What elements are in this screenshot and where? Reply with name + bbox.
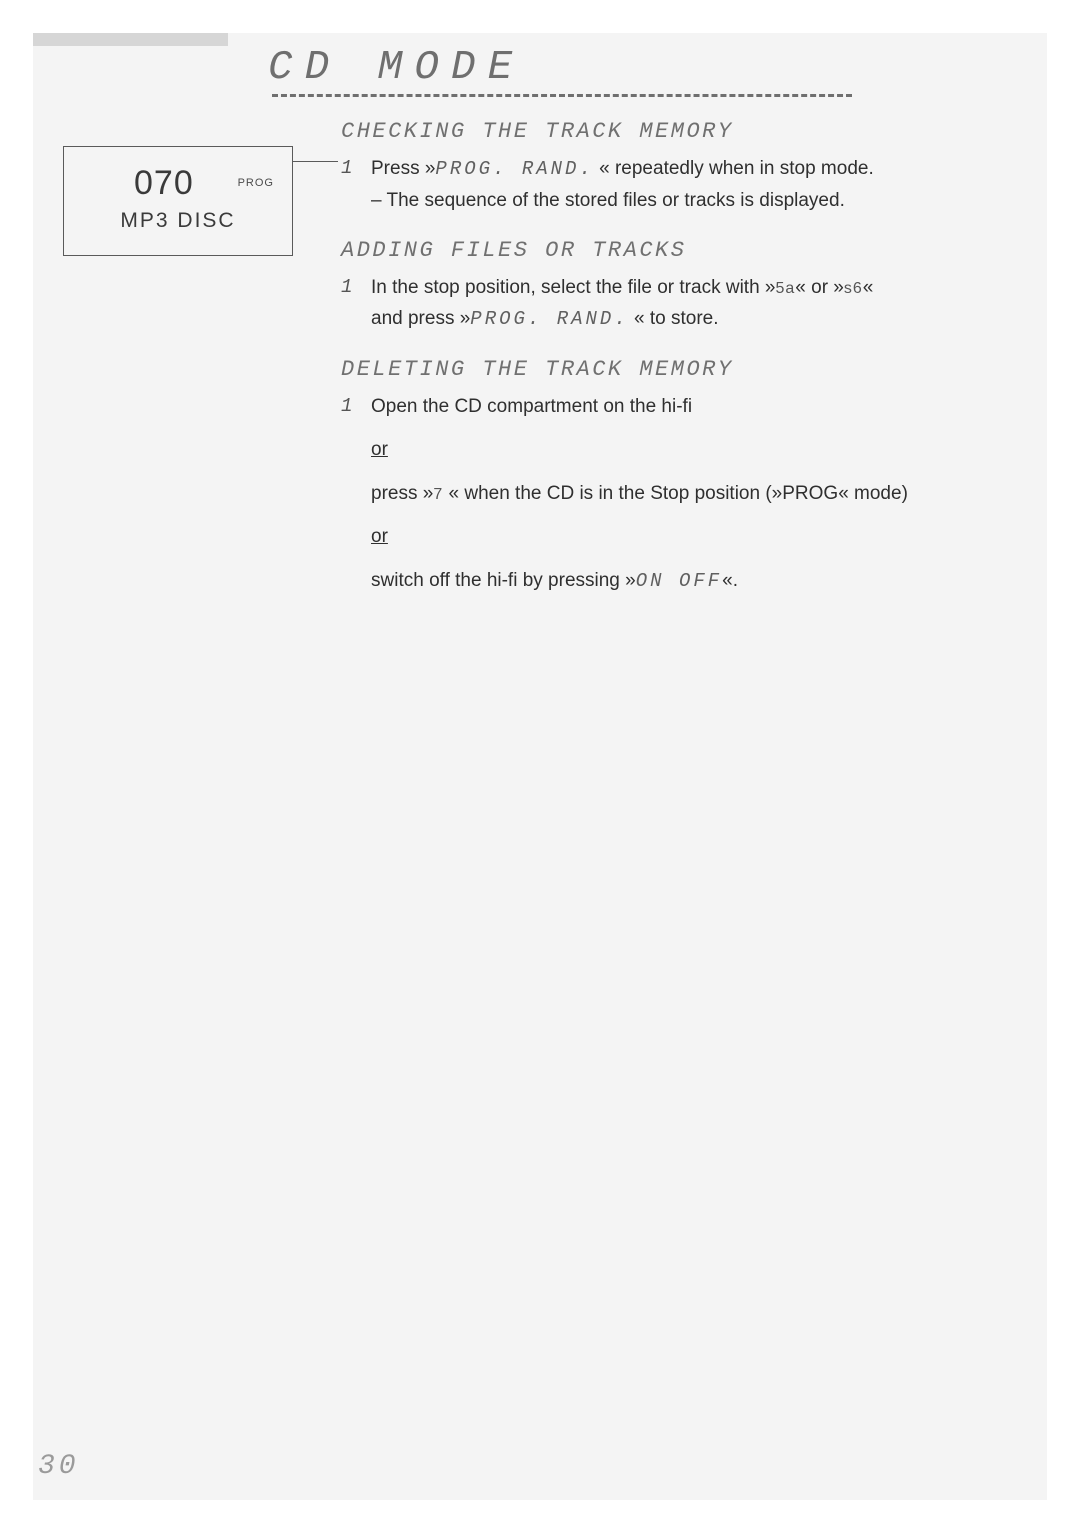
text: – The sequence of the stored files or tr… bbox=[371, 186, 981, 215]
step-number: 1 bbox=[341, 273, 371, 335]
page-number: 30 bbox=[38, 1451, 80, 1482]
text: Open the CD compartment on the hi-fi bbox=[371, 396, 692, 417]
lcd-subtitle: MP3 DISC bbox=[64, 209, 292, 233]
text: «. bbox=[722, 570, 738, 591]
heading-rule bbox=[272, 94, 852, 97]
or-separator: or bbox=[371, 435, 388, 464]
lcd-prog-label: PROG bbox=[238, 177, 274, 189]
key-label: s6 bbox=[844, 280, 863, 297]
step-body: Press »PROG. RAND. « repeatedly when in … bbox=[371, 154, 981, 216]
text: Press » bbox=[371, 158, 435, 179]
content-column: CHECKING THE TRACK MEMORY 1 Press »PROG.… bbox=[341, 119, 981, 596]
left-tab bbox=[33, 33, 228, 46]
line: press »7 « when the CD is in the Stop po… bbox=[371, 479, 981, 508]
step-body: Open the CD compartment on the hi-fi bbox=[371, 392, 981, 421]
page-heading-row: CD MODE bbox=[268, 45, 1047, 100]
page: CD MODE 070 PROG MP3 DISC CHECKING THE T… bbox=[33, 33, 1047, 1500]
text: press » bbox=[371, 483, 433, 504]
line: switch off the hi-fi by pressing »ON OFF… bbox=[371, 566, 981, 596]
section-title-deleting: DELETING THE TRACK MEMORY bbox=[341, 357, 981, 382]
check-step-1: 1 Press »PROG. RAND. « repeatedly when i… bbox=[341, 154, 981, 216]
lcd-number: 070 bbox=[134, 164, 194, 203]
step-body: In the stop position, select the file or… bbox=[371, 273, 981, 335]
key-label: 5a bbox=[775, 280, 795, 297]
text: « bbox=[863, 277, 874, 298]
text: « repeatedly when in stop mode. bbox=[599, 158, 874, 179]
step-number: 1 bbox=[341, 154, 371, 216]
text: « to store. bbox=[634, 308, 719, 329]
text: and press » bbox=[371, 308, 470, 329]
or-separator: or bbox=[371, 522, 388, 551]
text: switch off the hi-fi by pressing » bbox=[371, 570, 636, 591]
section-title-adding: ADDING FILES OR TRACKS bbox=[341, 238, 981, 263]
button-label-on-off: ON OFF bbox=[636, 570, 722, 592]
lcd-display: 070 PROG MP3 DISC bbox=[63, 146, 293, 256]
step-number: 1 bbox=[341, 392, 371, 421]
line: and press »PROG. RAND. « to store. bbox=[371, 304, 981, 334]
text: « when the CD is in the Stop position (»… bbox=[449, 483, 908, 504]
text: In the stop position, select the file or… bbox=[371, 277, 775, 298]
section-title-checking: CHECKING THE TRACK MEMORY bbox=[341, 119, 981, 144]
button-label-prog-rand: PROG. RAND. bbox=[435, 158, 593, 180]
del-step-1: 1 Open the CD compartment on the hi-fi bbox=[341, 392, 981, 421]
page-heading: CD MODE bbox=[268, 45, 524, 91]
button-label-prog-rand: PROG. RAND. bbox=[470, 308, 628, 330]
display-leader-line bbox=[293, 161, 338, 162]
add-step-1: 1 In the stop position, select the file … bbox=[341, 273, 981, 335]
key-label: 7 bbox=[433, 486, 443, 503]
del-continuation: or press »7 « when the CD is in the Stop… bbox=[371, 421, 981, 596]
text: « or » bbox=[795, 277, 844, 298]
